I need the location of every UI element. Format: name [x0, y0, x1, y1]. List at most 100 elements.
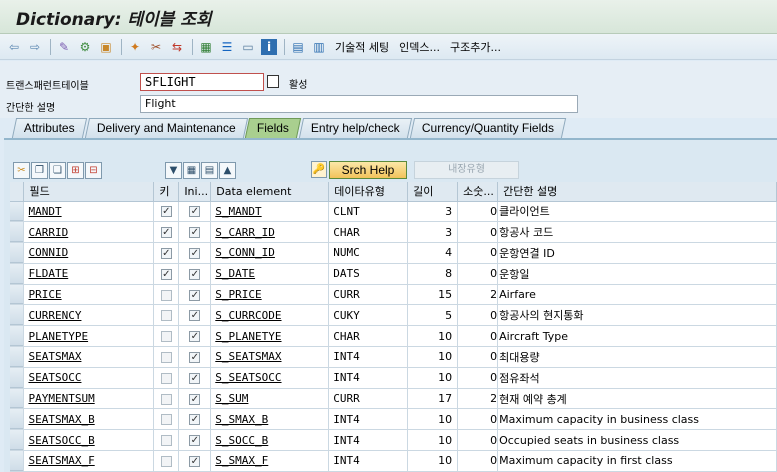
tab-delivery-maintenance[interactable]: Delivery and Maintenance — [84, 118, 248, 138]
table-row[interactable]: PLANETYPE ✓ S_PLANETYE CHAR 10 0 Aircraft Type — [10, 325, 777, 348]
row-selector[interactable] — [10, 429, 25, 452]
initial-checkbox[interactable]: ✓ — [178, 346, 212, 368]
data-element-cell[interactable]: S_CONN_ID — [210, 242, 330, 264]
row-selector[interactable] — [10, 325, 25, 348]
field-name-cell[interactable]: FLDATE — [23, 263, 155, 285]
field-name-cell[interactable]: SEATSOCC_B — [23, 429, 155, 452]
row-selector[interactable] — [10, 388, 25, 410]
display-icon[interactable]: ▭ — [240, 39, 256, 55]
key-checkbox[interactable]: ✓ — [153, 242, 180, 264]
checked-icon[interactable]: ✓ — [189, 414, 201, 426]
row-selector[interactable] — [10, 304, 25, 327]
col-decimals[interactable]: 소숫... — [457, 182, 499, 202]
checked-icon[interactable]: ✓ — [189, 247, 201, 259]
data-element-cell[interactable]: S_SOCC_B — [210, 429, 330, 452]
table-view-icon[interactable]: ▥ — [311, 39, 327, 55]
field-name-cell[interactable]: SEATSOCC — [23, 367, 155, 389]
table-row[interactable]: SEATSMAX_F ✓ S_SMAX_F INT4 10 0 Maximum capaci… — [10, 450, 777, 472]
sort-down-icon[interactable]: ▼ — [165, 161, 182, 179]
field-name-cell[interactable]: CARRID — [23, 221, 155, 244]
insert-row-icon[interactable]: ⊞ — [67, 161, 84, 179]
lookup-icon[interactable] — [267, 75, 279, 88]
initial-checkbox[interactable]: ✓ — [178, 325, 212, 348]
data-element-cell[interactable]: S_SUM — [210, 388, 330, 410]
data-element-cell[interactable]: S_PRICE — [210, 284, 330, 306]
table-row[interactable]: CONNID ✓ ✓ S_CONN_ID NUMC 4 0 운항연결 ID — [10, 242, 777, 264]
checked-icon[interactable]: ✓ — [189, 227, 201, 239]
info-icon[interactable]: i — [261, 38, 277, 55]
indexes-button[interactable]: 인덱스... — [399, 39, 440, 55]
data-element-cell[interactable]: S_SMAX_B — [210, 408, 330, 431]
initial-checkbox[interactable]: ✓ — [178, 263, 212, 285]
row-selector[interactable] — [10, 408, 25, 431]
initial-checkbox[interactable]: ✓ — [178, 367, 212, 389]
checked-icon[interactable]: ✓ — [189, 435, 201, 447]
tab-fields[interactable]: Fields — [245, 118, 302, 138]
unchecked-icon[interactable] — [160, 372, 172, 384]
table-row[interactable]: SEATSOCC_B ✓ S_SOCC_B INT4 10 0 Occupied seats… — [10, 429, 777, 452]
field-name-cell[interactable]: SEATSMAX_B — [23, 408, 155, 431]
col-field[interactable]: 필드 — [23, 182, 155, 202]
copy-row-icon[interactable]: ❐ — [31, 161, 48, 179]
tab-entry-help[interactable]: Entry help/check — [299, 118, 413, 138]
initial-checkbox[interactable]: ✓ — [178, 242, 212, 264]
col-key[interactable]: 키 — [153, 182, 180, 202]
data-element-cell[interactable]: S_SEATSMAX — [210, 346, 330, 368]
initial-checkbox[interactable]: ✓ — [178, 388, 212, 410]
unchecked-icon[interactable] — [160, 351, 172, 363]
row-selector[interactable] — [10, 263, 25, 285]
initial-checkbox[interactable]: ✓ — [178, 304, 212, 327]
row-selector[interactable] — [10, 346, 25, 368]
key-checkbox[interactable]: ✓ — [153, 201, 180, 223]
srch-help-button[interactable]: Srch Help — [329, 161, 407, 179]
select-all-icon[interactable]: ▤ — [201, 161, 218, 179]
row-selector[interactable] — [10, 242, 25, 264]
table-row[interactable]: MANDT ✓ ✓ S_MANDT CLNT 3 0 클라이언트 — [10, 201, 777, 223]
checked-icon[interactable]: ✓ — [189, 310, 201, 322]
checked-icon[interactable]: ✓ — [189, 393, 201, 405]
checked-icon[interactable]: ✓ — [189, 289, 201, 301]
table-row[interactable]: PRICE ✓ S_PRICE CURR 15 2 Airfare — [10, 284, 777, 306]
technical-settings-button[interactable]: 기술적 세팅 — [335, 39, 389, 55]
unchecked-icon[interactable] — [160, 310, 172, 322]
key-checkbox[interactable] — [153, 388, 180, 410]
initial-checkbox[interactable]: ✓ — [178, 201, 212, 223]
key-checkbox[interactable] — [153, 284, 180, 306]
back-arrow-icon[interactable]: ⇦ — [6, 39, 22, 55]
checked-icon[interactable]: ✓ — [160, 227, 172, 239]
key-checkbox[interactable]: ✓ — [153, 263, 180, 285]
col-data-element[interactable]: Data element — [210, 182, 330, 202]
table-row[interactable]: CURRENCY ✓ S_CURRCODE CUKY 5 0 항공사의 현지통화 — [10, 304, 777, 327]
paste-row-icon[interactable]: ❏ — [49, 161, 66, 179]
data-element-cell[interactable]: S_SMAX_F — [210, 450, 330, 472]
row-selector[interactable] — [10, 450, 25, 472]
col-data-type[interactable]: 데이타유형 — [328, 182, 409, 202]
delete-row-icon[interactable]: ⊟ — [85, 161, 102, 179]
key-checkbox[interactable] — [153, 429, 180, 452]
contents-icon[interactable]: ☰ — [219, 39, 235, 55]
checked-icon[interactable]: ✓ — [189, 331, 201, 343]
display-change-icon[interactable]: ✎ — [56, 39, 72, 55]
key-checkbox[interactable] — [153, 367, 180, 389]
key-checkbox[interactable] — [153, 346, 180, 368]
checked-icon[interactable]: ✓ — [160, 206, 172, 218]
initial-checkbox[interactable]: ✓ — [178, 284, 212, 306]
append-structure-button[interactable]: 구조추가... — [450, 39, 501, 55]
col-length[interactable]: 길이 — [407, 182, 459, 202]
table-row[interactable]: SEATSOCC ✓ S_SEATSOCC INT4 10 0 점유좌석 — [10, 367, 777, 389]
row-selector[interactable] — [10, 284, 25, 306]
checked-icon[interactable]: ✓ — [189, 268, 201, 280]
checked-icon[interactable]: ✓ — [189, 455, 201, 467]
row-selector[interactable] — [10, 367, 25, 389]
unchecked-icon[interactable] — [160, 455, 172, 467]
field-name-cell[interactable]: SEATSMAX_F — [23, 450, 155, 472]
object-list-icon[interactable]: ⇆ — [169, 39, 185, 55]
activate-icon[interactable]: ✦ — [127, 39, 143, 55]
unchecked-icon[interactable] — [160, 289, 172, 301]
field-name-cell[interactable]: SEATSMAX — [23, 346, 155, 368]
graphic-icon[interactable]: ▤ — [290, 39, 306, 55]
select-block-icon[interactable]: ▦ — [183, 161, 200, 179]
key-checkbox[interactable] — [153, 304, 180, 327]
select-all-cell[interactable] — [10, 182, 25, 202]
other-object-icon[interactable]: ⚙ — [77, 39, 93, 55]
